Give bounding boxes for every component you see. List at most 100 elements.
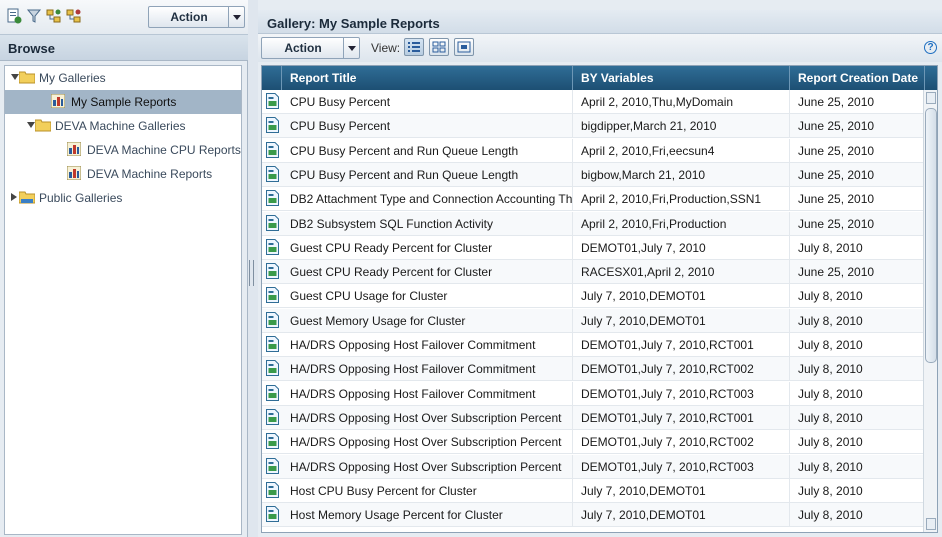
tree-node-deva-machine-reports[interactable]: DEVA Machine Reports bbox=[5, 162, 241, 186]
collapsed-arrow-icon[interactable] bbox=[11, 193, 17, 201]
scroll-down-icon[interactable] bbox=[926, 518, 936, 530]
gallery-toolbar: Action View: ? bbox=[258, 34, 942, 62]
chevron-down-icon[interactable] bbox=[343, 38, 359, 58]
gallery-tree: My Galleries My Sample Reports DEVA Mach… bbox=[4, 65, 242, 535]
vertical-scrollbar[interactable] bbox=[923, 90, 937, 532]
gallery-icon bbox=[66, 165, 82, 183]
table-header: Report Title BY Variables Report Creatio… bbox=[262, 66, 937, 90]
cell-creation-date: July 8, 2010 bbox=[790, 357, 925, 381]
gallery-icon bbox=[50, 93, 66, 111]
folder-icon bbox=[34, 118, 52, 135]
cell-report-title[interactable]: CPU Busy Percent bbox=[282, 90, 573, 113]
cell-by-variables: April 2, 2010,Fri,eecsun4 bbox=[573, 138, 790, 162]
report-icon bbox=[266, 336, 279, 355]
column-header-by-variables[interactable]: BY Variables bbox=[573, 66, 790, 90]
report-icon bbox=[266, 141, 279, 161]
column-header-creation-date[interactable]: Report Creation Date bbox=[790, 66, 925, 90]
view-label: View: bbox=[371, 41, 401, 55]
reports-table: Report Title BY Variables Report Creatio… bbox=[261, 65, 938, 533]
cell-creation-date: June 25, 2010 bbox=[790, 138, 925, 162]
icon-column-header bbox=[262, 66, 282, 90]
scroll-up-icon[interactable] bbox=[926, 92, 936, 104]
cell-creation-date: July 8, 2010 bbox=[790, 454, 925, 478]
table-row[interactable]: CPU Busy Percent and Run Queue Length Apr… bbox=[262, 138, 925, 163]
table-row[interactable]: CPU Busy Percent April 2, 2010,Thu,MyDoma… bbox=[262, 90, 925, 114]
cell-report-title[interactable]: Host Memory Usage Percent for Cluster bbox=[282, 503, 573, 527]
cell-report-title[interactable]: Guest CPU Ready Percent for Cluster bbox=[282, 260, 573, 284]
cell-report-title[interactable]: CPU Busy Percent bbox=[282, 114, 573, 138]
table-row[interactable]: CPU Busy Percent and Run Queue Length big… bbox=[262, 162, 925, 187]
tree-node-deva-machine-cpu-reports[interactable]: DEVA Machine CPU Reports bbox=[5, 138, 241, 162]
table-row[interactable]: DB2 Subsystem SQL Function Activity April… bbox=[262, 211, 925, 236]
tree-node-public-galleries[interactable]: Public Galleries bbox=[5, 186, 241, 210]
table-row[interactable]: HA/DRS Opposing Host Over Subscription P… bbox=[262, 405, 925, 430]
report-icon bbox=[266, 384, 279, 404]
cell-report-title[interactable]: HA/DRS Opposing Host Failover Commitment bbox=[282, 357, 573, 381]
table-row[interactable]: DB2 Attachment Type and Connection Accou… bbox=[262, 187, 925, 212]
gallery-action-button[interactable]: Action bbox=[261, 37, 360, 59]
cell-report-title[interactable]: Guest Memory Usage for Cluster bbox=[282, 308, 573, 332]
cell-report-title[interactable]: Guest CPU Usage for Cluster bbox=[282, 284, 573, 308]
browse-panel: Action Browse My Galleries My Sample Rep… bbox=[0, 0, 248, 537]
table-row[interactable]: Guest CPU Ready Percent for Cluster RACES… bbox=[262, 260, 925, 285]
help-icon[interactable]: ? bbox=[924, 41, 937, 54]
table-row[interactable]: HA/DRS Opposing Host Failover Commitment… bbox=[262, 381, 925, 406]
tree-collapse-icon[interactable] bbox=[66, 8, 82, 24]
table-row[interactable]: Host CPU Busy Percent for Cluster July 7,… bbox=[262, 478, 925, 503]
tree-node-my-sample-reports[interactable]: My Sample Reports bbox=[5, 90, 241, 114]
gallery-icon bbox=[66, 141, 82, 159]
table-row[interactable]: HA/DRS Opposing Host Over Subscription P… bbox=[262, 454, 925, 479]
scroll-thumb[interactable] bbox=[925, 108, 937, 363]
filter-icon[interactable] bbox=[26, 8, 42, 24]
tiles-view-icon[interactable] bbox=[429, 38, 449, 56]
cell-report-title[interactable]: DB2 Subsystem SQL Function Activity bbox=[282, 211, 573, 235]
pane-splitter[interactable] bbox=[249, 260, 254, 286]
cell-report-title[interactable]: CPU Busy Percent and Run Queue Length bbox=[282, 162, 573, 186]
column-header-report-title[interactable]: Report Title bbox=[282, 66, 573, 90]
table-row[interactable]: HA/DRS Opposing Host Failover Commitment… bbox=[262, 357, 925, 382]
report-icon bbox=[266, 481, 279, 501]
cell-by-variables: April 2, 2010,Thu,MyDomain bbox=[573, 90, 790, 113]
cell-report-title[interactable]: Host CPU Busy Percent for Cluster bbox=[282, 478, 573, 502]
cell-by-variables: April 2, 2010,Fri,Production bbox=[573, 211, 790, 235]
tree-icon[interactable] bbox=[46, 8, 62, 24]
table-row[interactable]: Guest CPU Ready Percent for Cluster DEMOT… bbox=[262, 235, 925, 260]
cell-report-title[interactable]: HA/DRS Opposing Host Over Subscription P… bbox=[282, 405, 573, 429]
cell-report-title[interactable]: DB2 Attachment Type and Connection Accou… bbox=[282, 187, 573, 211]
new-report-icon[interactable] bbox=[6, 8, 22, 24]
cell-report-title[interactable]: Guest CPU Ready Percent for Cluster bbox=[282, 235, 573, 259]
cell-report-title[interactable]: CPU Busy Percent and Run Queue Length bbox=[282, 138, 573, 162]
cell-creation-date: July 8, 2010 bbox=[790, 478, 925, 502]
tree-node-my-galleries[interactable]: My Galleries bbox=[5, 66, 241, 90]
cell-creation-date: June 25, 2010 bbox=[790, 162, 925, 186]
report-icon bbox=[266, 214, 279, 234]
chevron-down-icon[interactable] bbox=[228, 7, 244, 27]
cell-creation-date: June 25, 2010 bbox=[790, 260, 925, 284]
cell-report-title[interactable]: HA/DRS Opposing Host Over Subscription P… bbox=[282, 430, 573, 454]
tree-node-label: Public Galleries bbox=[39, 191, 123, 205]
details-view-icon[interactable] bbox=[404, 38, 424, 56]
folder-icon bbox=[18, 70, 36, 87]
table-row[interactable]: Host Memory Usage Percent for Cluster Jul… bbox=[262, 503, 925, 528]
table-row[interactable]: HA/DRS Opposing Host Over Subscription P… bbox=[262, 430, 925, 455]
table-row[interactable]: CPU Busy Percent bigdipper,March 21, 2010… bbox=[262, 114, 925, 139]
preview-view-icon[interactable] bbox=[454, 38, 474, 56]
browse-action-button[interactable]: Action bbox=[148, 6, 245, 28]
table-row[interactable]: Guest Memory Usage for Cluster July 7, 20… bbox=[262, 308, 925, 333]
cell-creation-date: June 25, 2010 bbox=[790, 114, 925, 138]
table-row[interactable]: HA/DRS Opposing Host Failover Commitment… bbox=[262, 333, 925, 357]
cell-report-title[interactable]: HA/DRS Opposing Host Failover Commitment bbox=[282, 381, 573, 405]
table-row[interactable]: Guest CPU Usage for Cluster July 7, 2010,… bbox=[262, 284, 925, 309]
expand-arrow-icon[interactable] bbox=[27, 122, 35, 128]
report-icon bbox=[266, 506, 279, 525]
tree-node-deva-machine-galleries[interactable]: DEVA Machine Galleries bbox=[5, 114, 241, 138]
report-icon bbox=[266, 190, 279, 209]
cell-report-title[interactable]: HA/DRS Opposing Host Over Subscription P… bbox=[282, 454, 573, 478]
report-icon bbox=[266, 263, 279, 282]
cell-report-title[interactable]: HA/DRS Opposing Host Failover Commitment bbox=[282, 333, 573, 356]
cell-creation-date: July 8, 2010 bbox=[790, 333, 925, 356]
gallery-action-label: Action bbox=[284, 41, 322, 55]
shared-folder-icon bbox=[18, 190, 36, 207]
tree-node-label: DEVA Machine Reports bbox=[87, 167, 213, 181]
expand-arrow-icon[interactable] bbox=[11, 74, 19, 80]
